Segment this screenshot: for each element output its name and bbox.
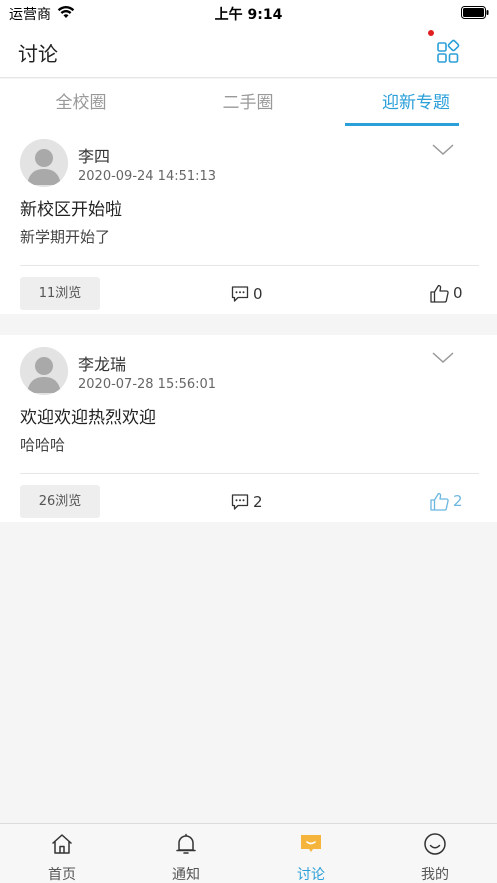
bottom-tab-label: 讨论 (297, 867, 325, 883)
bottom-tab-notifications[interactable]: 通知 (124, 824, 248, 883)
post-time: 2020-07-28 15:56:01 (78, 377, 217, 392)
notification-dot (428, 30, 434, 36)
battery-icon (461, 6, 489, 19)
bottom-tab-discussion[interactable]: 讨论 (249, 824, 373, 883)
bottom-tab-profile[interactable]: 我的 (373, 824, 497, 883)
comment-icon (231, 286, 249, 302)
post-card[interactable]: 李四 2020-09-24 14:51:13 新校区开始啦 新学期开始了 11浏… (0, 127, 497, 314)
bottom-tab-label: 我的 (421, 867, 449, 883)
bell-icon (176, 833, 196, 854)
grid-menu-icon[interactable] (434, 38, 462, 66)
views-badge: 26浏览 (20, 485, 100, 518)
chat-icon (301, 835, 321, 852)
bottom-tab-home[interactable]: 首页 (0, 824, 124, 883)
divider (20, 473, 479, 474)
status-time: 上午 9:14 (214, 7, 283, 23)
comment-count: 2 (253, 493, 263, 511)
like-button[interactable]: 2 (430, 490, 463, 512)
post-body: 新学期开始了 (20, 228, 111, 246)
default-avatar-icon (20, 139, 68, 187)
category-tabs: 全校圈 二手圈 迎新专题 (0, 79, 497, 127)
views-badge: 11浏览 (20, 277, 100, 310)
post-title[interactable]: 新校区开始啦 (20, 195, 122, 220)
page-title: 讨论 (18, 42, 58, 66)
divider (20, 265, 479, 266)
comment-icon (231, 494, 249, 510)
avatar[interactable] (20, 139, 68, 187)
bottom-tab-label: 通知 (172, 867, 200, 883)
thumbs-up-icon (430, 492, 449, 511)
bottom-tab-label: 首页 (48, 867, 76, 883)
post-title[interactable]: 欢迎欢迎热烈欢迎 (20, 403, 156, 428)
like-button[interactable]: 0 (430, 282, 463, 304)
tab-second-hand-circle[interactable]: 二手圈 (172, 79, 324, 127)
post-time: 2020-09-24 14:51:13 (78, 169, 217, 184)
home-icon (51, 834, 73, 854)
status-bar: 运营商 上午 9:14 (0, 0, 497, 26)
tab-welcome-topic[interactable]: 迎新专题 (340, 79, 492, 127)
comment-button[interactable]: 0 (231, 283, 263, 305)
active-tab-indicator (345, 123, 459, 126)
avatar[interactable] (20, 347, 68, 395)
default-avatar-icon (20, 347, 68, 395)
author-name[interactable]: 李四 (78, 143, 110, 167)
chevron-down-icon[interactable] (432, 143, 454, 157)
thumbs-up-icon (430, 284, 449, 303)
like-count: 2 (453, 492, 463, 510)
author-name[interactable]: 李龙瑞 (78, 351, 126, 375)
smiley-icon (424, 833, 446, 855)
comment-count: 0 (253, 285, 263, 303)
bottom-tab-bar: 首页 通知 讨论 我的 (0, 823, 497, 883)
tab-campus-circle[interactable]: 全校圈 (5, 79, 157, 127)
nav-bar: 讨论 (0, 26, 497, 78)
chevron-down-icon[interactable] (432, 351, 454, 365)
post-body: 哈哈哈 (20, 436, 66, 454)
post-card[interactable]: 李龙瑞 2020-07-28 15:56:01 欢迎欢迎热烈欢迎 哈哈哈 26浏… (0, 335, 497, 522)
like-count: 0 (453, 284, 463, 302)
comment-button[interactable]: 2 (231, 491, 263, 513)
